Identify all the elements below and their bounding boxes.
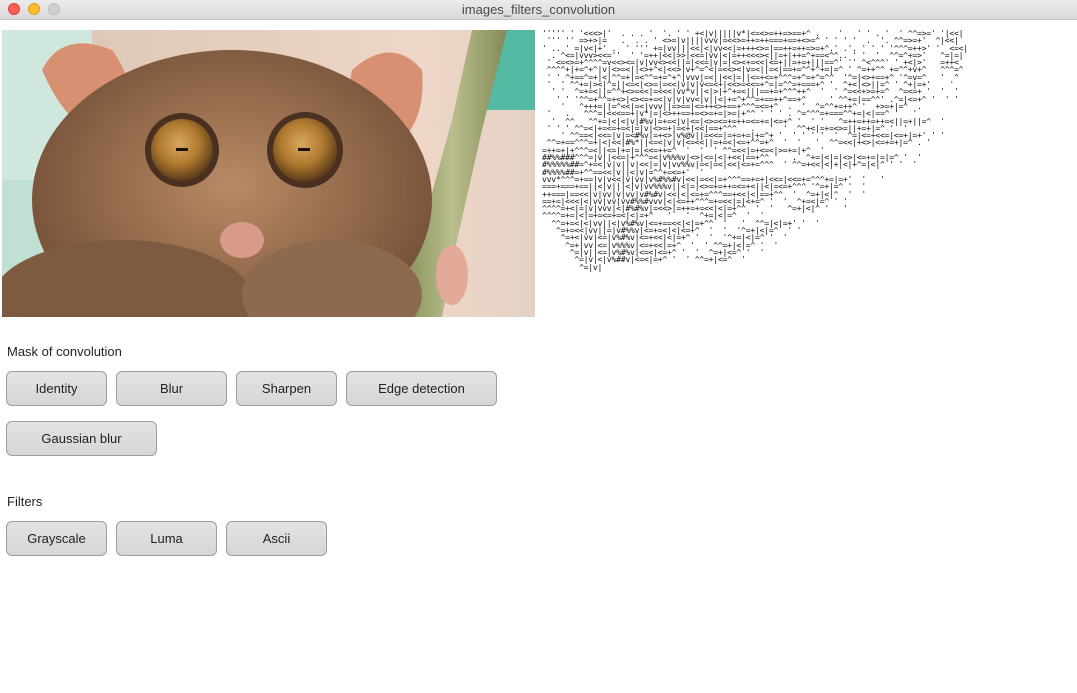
window-title: images_filters_convolution — [461, 2, 616, 17]
source-image-tarsier — [2, 30, 535, 317]
ascii-button[interactable]: Ascii — [226, 521, 327, 556]
window-titlebar: images_filters_convolution — [0, 0, 1077, 20]
identity-button[interactable]: Identity — [6, 371, 107, 406]
convolution-mask-label: Mask of convolution — [7, 344, 122, 359]
sharpen-button[interactable]: Sharpen — [236, 371, 337, 406]
gaussian-blur-button[interactable]: Gaussian blur — [6, 421, 157, 456]
filters-label: Filters — [7, 494, 43, 509]
grayscale-button[interactable]: Grayscale — [6, 521, 107, 556]
blur-button[interactable]: Blur — [116, 371, 227, 406]
ascii-output-image: ''''' ' '<<<>|' . . . ' '. ' ' +<|v|||||… — [542, 30, 1070, 317]
edge-detection-button[interactable]: Edge detection — [346, 371, 497, 406]
luma-button[interactable]: Luma — [116, 521, 217, 556]
